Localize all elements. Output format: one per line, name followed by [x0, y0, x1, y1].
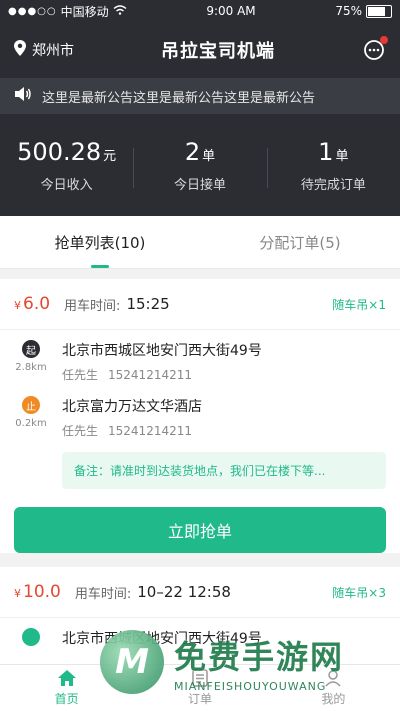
- location-pin-icon: [14, 40, 26, 60]
- start-contact: 任先生 15241214211: [62, 366, 262, 383]
- top-panel: ●●●○○ 中国移动 9:00 AM 75% 郑州市 吊拉宝司机端 这里是最新公…: [0, 0, 400, 216]
- city-label: 郑州市: [32, 43, 74, 59]
- notice-bar[interactable]: 这里是最新公告这里是最新公告这里是最新公告: [0, 78, 400, 114]
- tab-assigned-orders[interactable]: 分配订单(5): [200, 216, 400, 268]
- chat-bubble-icon: [362, 40, 386, 66]
- nav-profile[interactable]: 我的: [267, 665, 400, 711]
- time-label: 用车时间:: [74, 586, 132, 602]
- stat-label: 待完成订单: [300, 177, 366, 193]
- clock: 9:00 AM: [206, 4, 256, 18]
- tab-grab-list[interactable]: 抢单列表(10): [0, 216, 200, 268]
- speaker-icon: [14, 86, 32, 106]
- order-note: 备注：请准时到达装货地点，我们已在楼下等...: [62, 452, 386, 489]
- end-distance: 0.2km: [15, 418, 47, 429]
- order-tabs: 抢单列表(10) 分配订单(5): [0, 216, 400, 269]
- start-marker-icon: 起: [22, 340, 40, 358]
- stat-unit: 元: [103, 148, 117, 164]
- contact-phone[interactable]: 15241214211: [108, 368, 192, 382]
- nav-home-label: 首页: [54, 692, 79, 706]
- stat-unit: 单: [335, 148, 349, 164]
- start-distance: 2.8km: [15, 362, 47, 373]
- nav-orders[interactable]: 订单: [133, 665, 266, 711]
- unread-badge: [380, 36, 388, 44]
- vehicle-tag: 随车吊×3: [332, 585, 386, 600]
- stat-value: 1: [318, 137, 334, 166]
- battery-icon: [366, 4, 392, 18]
- nav-orders-label: 订单: [187, 692, 212, 706]
- route: 起 2.8km 北京市西城区地安门西大街49号 任先生 15241214211 止…: [0, 330, 400, 442]
- orders-icon: [191, 669, 209, 690]
- nav-home[interactable]: 首页: [0, 665, 133, 711]
- notice-text: 这里是最新公告这里是最新公告这里是最新公告: [42, 90, 316, 106]
- start-address: 北京市西城区地安门西大街49号: [62, 631, 262, 647]
- contact-name: 任先生: [62, 424, 99, 438]
- signal-icon: ●●●○○: [8, 5, 57, 17]
- stat-unit: 单: [202, 148, 216, 164]
- price-value: 6.0: [23, 294, 51, 314]
- nav-bar: 郑州市 吊拉宝司机端: [0, 22, 400, 78]
- end-contact: 任先生 15241214211: [62, 422, 202, 439]
- start-stop: 起 2.8km 北京市西城区地安门西大街49号 任先生 15241214211: [14, 330, 386, 386]
- start-address: 北京市西城区地安门西大街49号: [62, 343, 262, 359]
- end-stop: 止 0.2km 北京富力万达文华酒店 任先生 15241214211: [14, 386, 386, 442]
- stat-pending[interactable]: 1单 待完成订单: [266, 137, 400, 193]
- battery-percent: 75%: [335, 4, 362, 18]
- page-title: 吊拉宝司机端: [161, 41, 275, 62]
- status-bar: ●●●○○ 中国移动 9:00 AM 75%: [0, 0, 400, 22]
- stat-value: 2: [184, 137, 201, 166]
- time-value: 15:25: [126, 295, 170, 313]
- order-price: ¥10.0: [14, 582, 61, 602]
- order-price: ¥6.0: [14, 294, 50, 314]
- stat-label: 今日收入: [40, 177, 93, 193]
- price-value: 10.0: [23, 582, 61, 602]
- user-icon: [324, 669, 342, 690]
- stat-income[interactable]: 500.28 元 今日收入: [0, 138, 133, 193]
- time-label: 用车时间:: [64, 298, 121, 314]
- currency-symbol: ¥: [14, 299, 21, 312]
- stat-label: 今日接单: [173, 177, 226, 193]
- order-card: ¥10.0 用车时间: 10–22 12:58 随车吊×3 北京市西城区地安门西…: [0, 567, 400, 674]
- order-header: ¥10.0 用车时间: 10–22 12:58 随车吊×3: [0, 567, 400, 618]
- contact-name: 任先生: [62, 368, 99, 382]
- end-marker-icon: 止: [22, 396, 40, 414]
- nav-profile-label: 我的: [321, 692, 346, 706]
- order-header: ¥6.0 用车时间: 15:25 随车吊×1: [0, 279, 400, 330]
- home-icon: [57, 669, 77, 690]
- contact-phone[interactable]: 15241214211: [108, 424, 192, 438]
- stat-value: 500.28: [17, 137, 102, 166]
- wifi-icon: [113, 4, 127, 18]
- stat-accepted[interactable]: 2单 今日接单: [133, 138, 266, 193]
- end-address: 北京富力万达文华酒店: [62, 399, 202, 415]
- bottom-nav: 首页 订单 我的: [0, 664, 400, 711]
- order-card: ¥6.0 用车时间: 15:25 随车吊×1 起 2.8km 北京市西城区地安门…: [0, 279, 400, 553]
- start-marker-icon: [22, 628, 40, 646]
- vehicle-tag: 随车吊×1: [332, 297, 386, 312]
- grab-order-button[interactable]: 立即抢单: [14, 507, 386, 553]
- currency-symbol: ¥: [14, 587, 21, 600]
- city-selector[interactable]: 郑州市: [14, 40, 74, 60]
- carrier-label: 中国移动: [60, 4, 109, 19]
- time-value: 10–22 12:58: [137, 583, 231, 601]
- stats-panel: 500.28 元 今日收入 2单 今日接单 1单 待完成订单: [0, 114, 400, 216]
- message-button[interactable]: [362, 36, 388, 62]
